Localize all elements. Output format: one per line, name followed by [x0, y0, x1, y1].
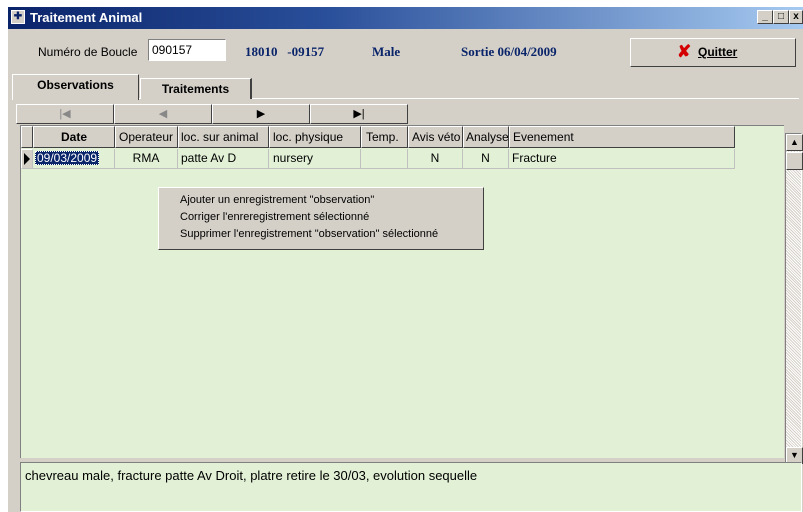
context-menu-item-delete[interactable]: Supprimer l'enregistrement "observation"… — [180, 228, 438, 240]
col-header-operateur[interactable]: Operateur — [115, 126, 178, 148]
context-menu-item-edit[interactable]: Corriger l'enreregistrement sélectionné — [180, 211, 369, 223]
grid-scrollbar[interactable]: ▲ ▼ — [785, 133, 803, 464]
tab-traitements[interactable]: Traitements — [140, 78, 252, 99]
last-record-button[interactable]: ▶| — [310, 104, 408, 124]
title-bar[interactable]: ✚ Traitement Animal _ □ x — [8, 7, 803, 29]
close-x-icon: ✘ — [677, 42, 692, 61]
col-header-loc-animal[interactable]: loc. sur animal — [178, 126, 269, 148]
prior-record-button[interactable]: ◀ — [114, 104, 212, 124]
col-header-date[interactable]: Date — [33, 126, 115, 148]
context-menu-item-add[interactable]: Ajouter un enregistrement "observation" — [180, 194, 374, 206]
table-cell-avis-veto[interactable]: N — [408, 149, 463, 169]
scroll-up-icon[interactable]: ▲ — [786, 134, 803, 151]
table-cell-operateur[interactable]: RMA — [115, 149, 178, 169]
boucle-label: Numéro de Boucle — [38, 45, 138, 59]
animal-sex: Male — [372, 44, 401, 59]
scroll-thumb[interactable] — [786, 152, 803, 170]
table-row-date[interactable]: 09/03/2009 — [33, 149, 115, 169]
observations-grid[interactable]: Date Operateur loc. sur animal loc. phys… — [20, 125, 784, 458]
context-menu: Ajouter un enregistrement "observation" … — [158, 187, 484, 250]
animal-code: 18010 -09157 — [245, 44, 325, 59]
table-cell-evenement[interactable]: Fracture — [509, 149, 735, 169]
memo-text: chevreau male, fracture patte Av Droit, … — [25, 468, 478, 483]
quit-label: Quitter — [698, 45, 738, 59]
table-cell-analyse[interactable]: N — [463, 149, 509, 169]
next-record-button[interactable]: ▶ — [212, 104, 310, 124]
col-header-avis-veto[interactable]: Avis véto — [408, 126, 463, 148]
table-cell-temp[interactable] — [361, 149, 408, 169]
grid-indicator-header — [21, 126, 33, 148]
exit-date: Sortie 06/04/2009 — [461, 44, 557, 59]
close-button[interactable]: x — [789, 10, 803, 24]
boucle-input[interactable]: 090157 — [148, 39, 226, 61]
first-record-button[interactable]: |◀ — [16, 104, 114, 124]
selected-date-value: 09/03/2009 — [35, 151, 100, 165]
observation-memo[interactable]: chevreau male, fracture patte Av Droit, … — [20, 462, 802, 512]
maximize-button[interactable]: □ — [773, 10, 789, 24]
window-title: Traitement Animal — [30, 10, 143, 25]
minimize-button[interactable]: _ — [757, 10, 773, 24]
col-header-loc-physique[interactable]: loc. physique — [269, 126, 361, 148]
quit-button[interactable]: ✘ Quitter — [630, 38, 796, 67]
table-cell-loc-animal[interactable]: patte Av D — [178, 149, 269, 169]
col-header-analyse[interactable]: Analyse — [463, 126, 509, 148]
col-header-evenement[interactable]: Evenement — [509, 126, 735, 148]
row-indicator[interactable] — [21, 149, 33, 169]
main-window: ✚ Traitement Animal _ □ x Numéro de Bouc… — [8, 7, 803, 512]
table-cell-loc-physique[interactable]: nursery — [269, 149, 361, 169]
col-header-temp[interactable]: Temp. — [361, 126, 408, 148]
current-row-arrow-icon — [24, 153, 30, 165]
app-icon: ✚ — [11, 10, 25, 24]
tab-observations[interactable]: Observations — [12, 74, 139, 100]
record-navigator: |◀ ◀ ▶ ▶| — [16, 104, 408, 124]
